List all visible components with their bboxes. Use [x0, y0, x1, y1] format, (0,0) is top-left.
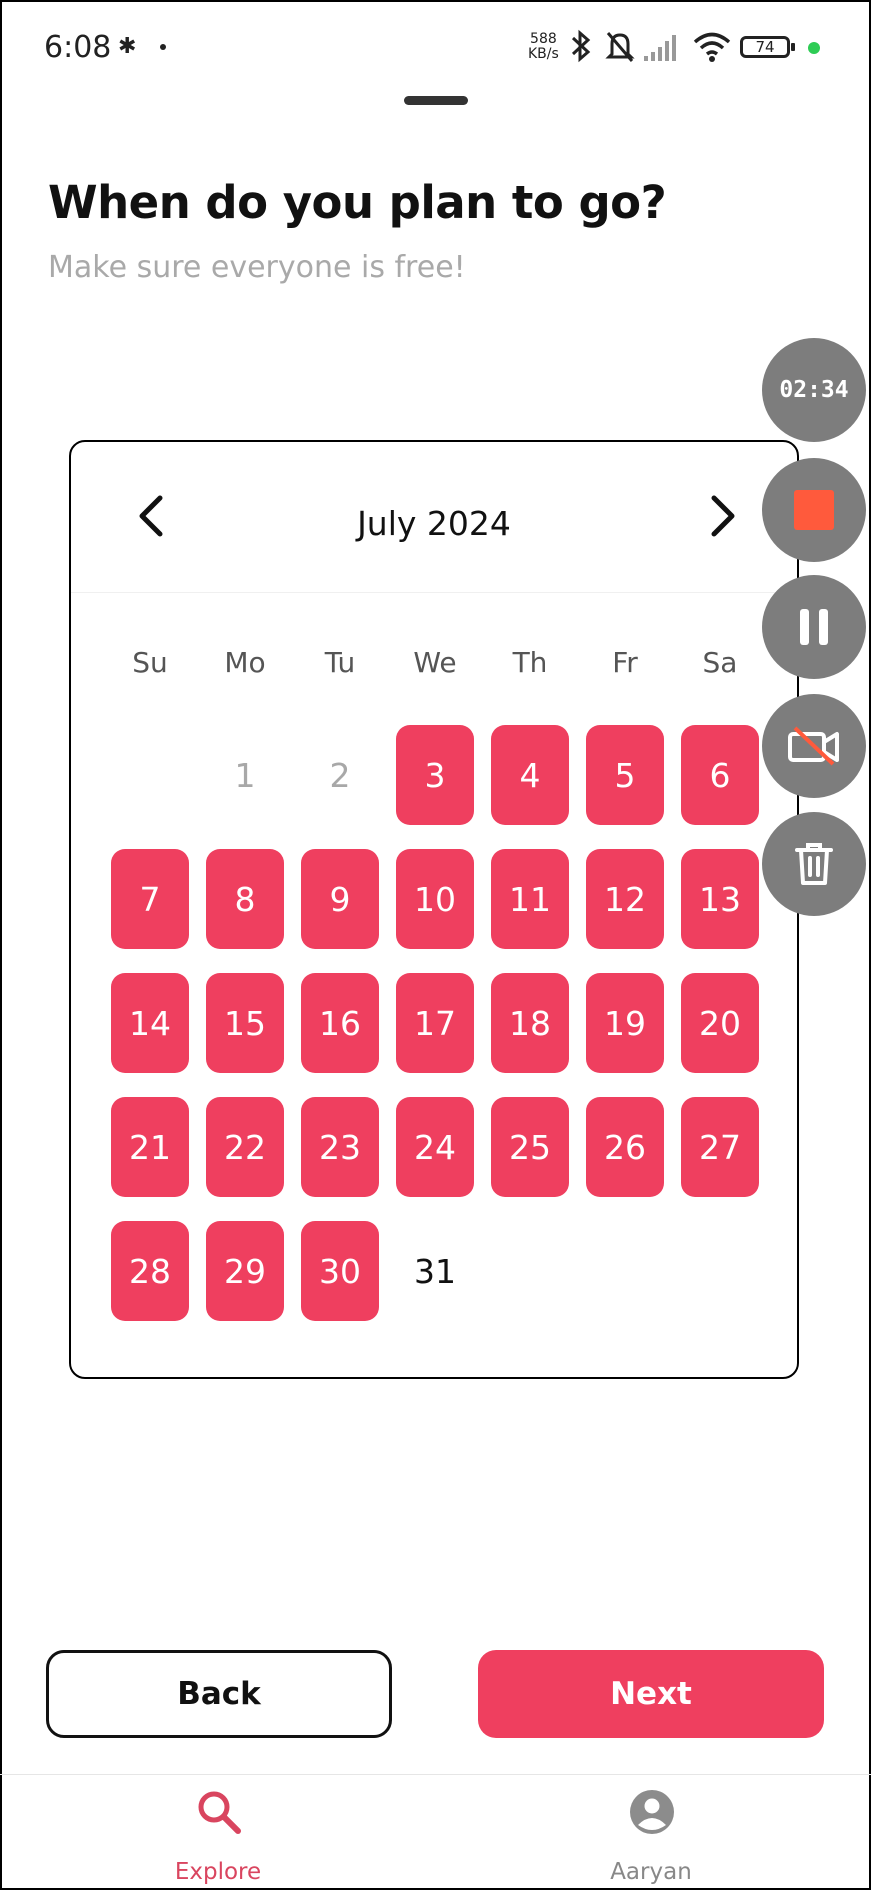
calendar-day[interactable]: 7 [111, 849, 189, 949]
camera-off-icon [788, 726, 839, 766]
bottom-navigation: Explore Aaryan [0, 1774, 871, 1891]
calendar-day[interactable]: 17 [396, 973, 474, 1073]
chevron-right-icon [711, 495, 735, 537]
calendar-day: 1 [234, 755, 256, 795]
calendar-day[interactable]: 13 [681, 849, 759, 949]
pause-icon [800, 609, 828, 645]
next-month-button[interactable] [695, 488, 751, 544]
calendar-day[interactable]: 28 [111, 1221, 189, 1321]
status-time: 6:08 [44, 30, 112, 65]
calendar-day[interactable]: 31 [396, 1221, 474, 1321]
calendar-day[interactable]: 21 [111, 1097, 189, 1197]
calendar-day[interactable]: 6 [681, 725, 759, 825]
page-subtitle: Make sure everyone is free! [48, 250, 466, 285]
calendar-day[interactable]: 16 [301, 973, 379, 1073]
calendar-day[interactable]: 3 [396, 725, 474, 825]
date-picker-calendar: July 2024 Su Mo Tu We Th Fr Sa 1 2 3 4 5 6 7 8 9 10 11 12… [69, 440, 799, 1379]
weekday-label: Fr [612, 646, 638, 679]
month-label: July 2024 [357, 504, 511, 543]
calendar-day[interactable]: 20 [681, 973, 759, 1073]
camera-off-button[interactable] [762, 694, 866, 798]
recording-timer-label: 02:34 [779, 377, 849, 403]
trash-icon [795, 843, 833, 885]
back-button[interactable]: Back [46, 1650, 392, 1738]
account-circle-icon [630, 1790, 674, 1834]
calendar-day[interactable]: 14 [111, 973, 189, 1073]
sheet-drag-handle[interactable] [404, 96, 468, 105]
calendar-day[interactable]: 5 [586, 725, 664, 825]
weekday-label: Th [512, 646, 548, 679]
calendar-day[interactable]: 12 [586, 849, 664, 949]
calendar-day[interactable]: 18 [491, 973, 569, 1073]
calendar-day[interactable]: 29 [206, 1221, 284, 1321]
calendar-day[interactable]: 10 [396, 849, 474, 949]
mute-bell-icon [605, 32, 635, 62]
calendar-day[interactable]: 4 [491, 725, 569, 825]
stop-icon [794, 490, 834, 530]
nav-tab-profile[interactable]: Aaryan [551, 1775, 751, 1891]
nav-tab-explore[interactable]: Explore [118, 1775, 318, 1891]
search-icon [198, 1791, 241, 1834]
calendar-day[interactable]: 24 [396, 1097, 474, 1197]
calendar-day: 2 [329, 755, 351, 795]
bluetooth-small-icon: ✱ [118, 34, 137, 59]
notification-dot-icon [160, 44, 166, 50]
recording-timer[interactable]: 02:34 [762, 338, 866, 442]
page-title: When do you plan to go? [48, 176, 667, 229]
bluetooth-icon [571, 29, 591, 63]
weekday-label: Mo [224, 646, 266, 679]
calendar-header: July 2024 [71, 442, 797, 593]
weekday-label: Tu [324, 646, 356, 679]
calendar-day[interactable]: 30 [301, 1221, 379, 1321]
status-bar: 6:08 ✱ 588 KB/s 74 [0, 0, 871, 95]
network-speed: 588 KB/s [528, 32, 559, 62]
calendar-day[interactable]: 23 [301, 1097, 379, 1197]
nav-tab-profile-label: Aaryan [610, 1859, 692, 1885]
next-button[interactable]: Next [478, 1650, 824, 1738]
delete-recording-button[interactable] [762, 812, 866, 916]
weekday-label: Sa [702, 646, 738, 679]
nav-tab-explore-label: Explore [174, 1859, 262, 1885]
calendar-day[interactable]: 25 [491, 1097, 569, 1197]
calendar-day[interactable]: 27 [681, 1097, 759, 1197]
pause-recording-button[interactable] [762, 575, 866, 679]
calendar-day[interactable]: 9 [301, 849, 379, 949]
signal-icon [644, 35, 676, 61]
calendar-day[interactable]: 19 [586, 973, 664, 1073]
network-speed-unit: KB/s [528, 46, 559, 62]
wifi-icon [693, 32, 731, 62]
calendar-day[interactable]: 15 [206, 973, 284, 1073]
battery-icon: 74 [740, 36, 795, 58]
calendar-day[interactable]: 11 [491, 849, 569, 949]
network-speed-value: 588 [530, 31, 557, 47]
weekday-label: Su [132, 646, 168, 679]
calendar-day[interactable]: 8 [206, 849, 284, 949]
calendar-day[interactable]: 22 [206, 1097, 284, 1197]
weekday-label: We [413, 646, 457, 679]
calendar-day[interactable]: 26 [586, 1097, 664, 1197]
stop-recording-button[interactable] [762, 458, 866, 562]
camera-indicator-dot [808, 42, 820, 54]
